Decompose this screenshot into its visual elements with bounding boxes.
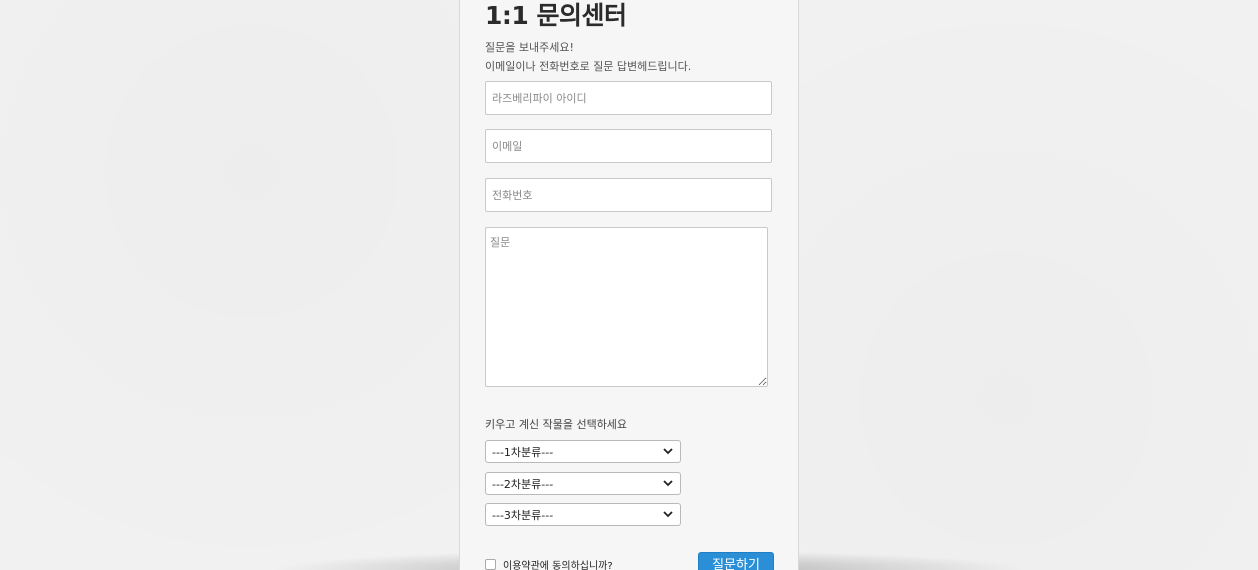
category-select-3[interactable]: ---3차분류--- <box>485 503 681 526</box>
page-title: 1:1 문의센터 <box>485 1 627 30</box>
chevron-down-icon <box>662 446 674 458</box>
inquiry-panel: 1:1 문의센터 질문을 보내주세요! 이메일이나 전화번호로 질문 답변헤드립… <box>459 0 799 570</box>
submit-question-button[interactable]: 질문하기 <box>698 552 774 570</box>
category-select-2[interactable]: ---2차분류--- <box>485 472 681 495</box>
description-line-2: 이메일이나 전화번호로 질문 답변헤드립니다. <box>485 60 692 73</box>
terms-checkbox[interactable] <box>485 559 496 570</box>
phone-input[interactable] <box>485 178 772 212</box>
terms-label: 이용약관에 동의하십니까? <box>503 561 613 570</box>
question-textarea[interactable] <box>485 227 768 387</box>
description-line-1: 질문을 보내주세요! <box>485 41 574 54</box>
chevron-down-icon <box>662 509 674 521</box>
category-label: 키우고 계신 작물을 선택하세요 <box>485 418 628 431</box>
terms-agreement[interactable]: 이용약관에 동의하십니까? <box>485 557 613 570</box>
email-input[interactable] <box>485 129 772 163</box>
category-select-1-value: ---1차분류--- <box>492 445 554 459</box>
category-select-1[interactable]: ---1차분류--- <box>485 440 681 463</box>
category-select-2-value: ---2차분류--- <box>492 477 554 491</box>
category-select-3-value: ---3차분류--- <box>492 508 554 522</box>
chevron-down-icon <box>662 478 674 490</box>
raspberry-id-input[interactable] <box>485 81 772 115</box>
